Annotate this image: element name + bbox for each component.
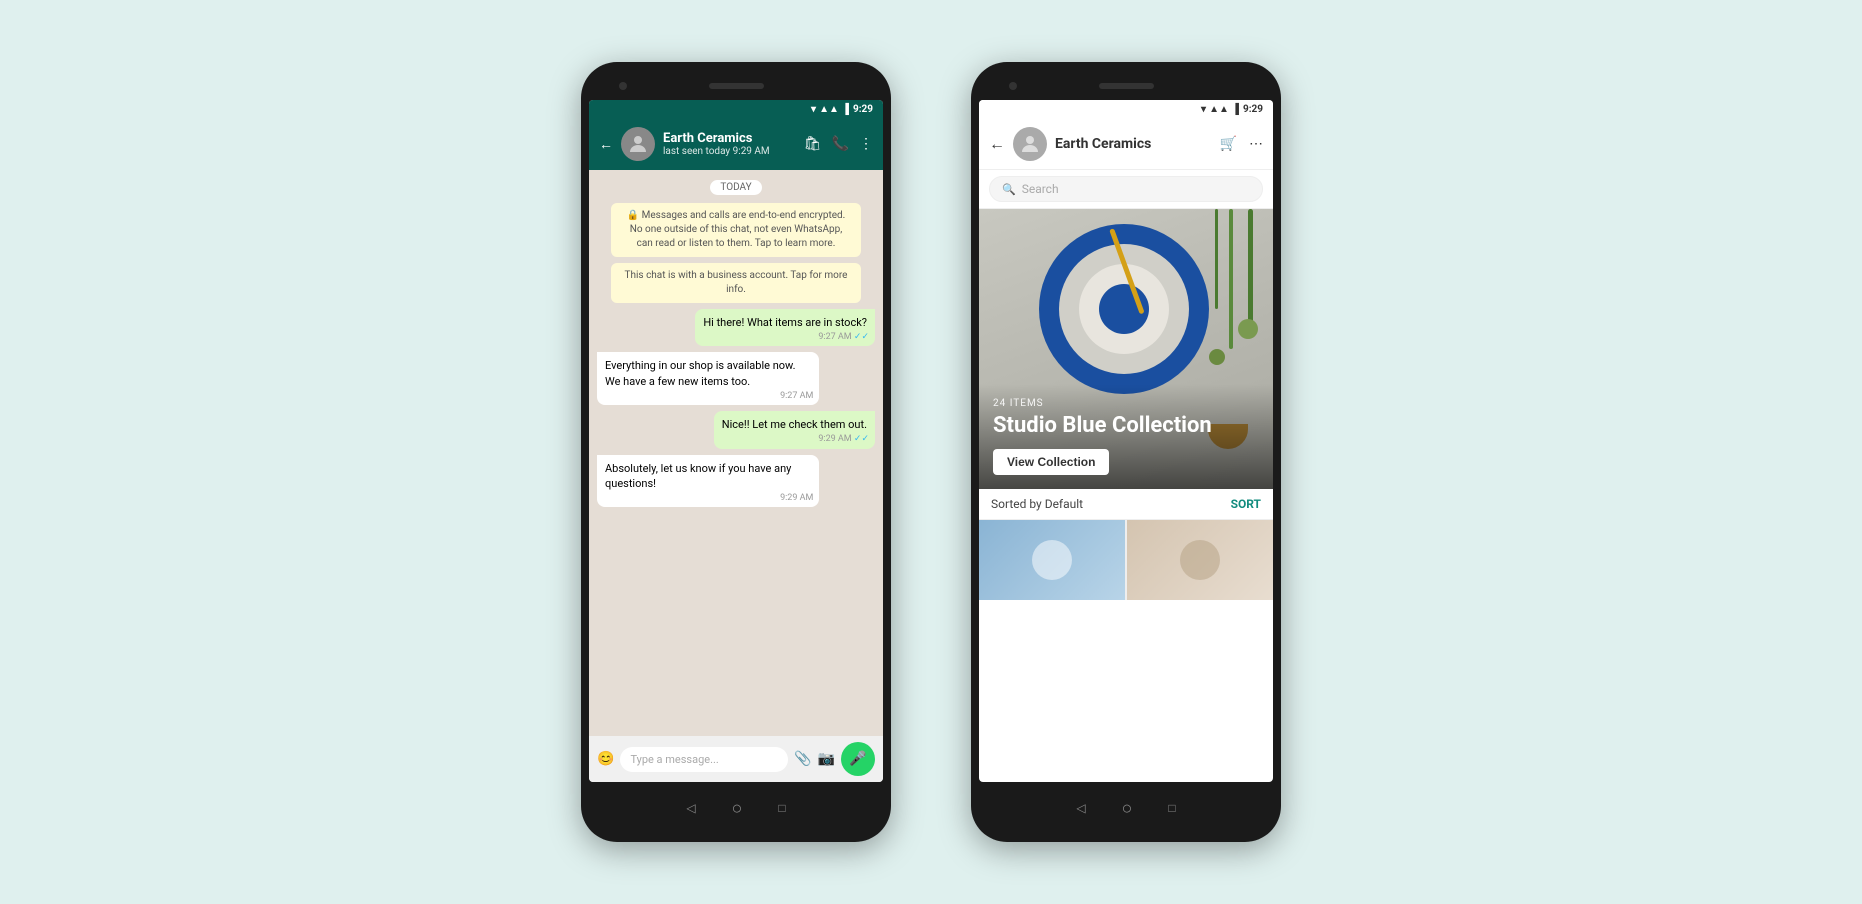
product-thumb-2 — [1180, 540, 1220, 580]
catalog-icon[interactable]: 🛍 — [804, 136, 822, 152]
status-icons-1: ▾ ▲▲ ▐ — [811, 104, 849, 115]
message-text: Absolutely, let us know if you have any … — [605, 462, 791, 490]
shop-banner: 24 ITEMS Studio Blue Collection View Col… — [979, 209, 1273, 489]
camera-icon[interactable]: 📷 — [818, 751, 835, 767]
recents-nav-button[interactable]: □ — [778, 801, 785, 815]
recents-nav-button-2[interactable]: □ — [1168, 801, 1175, 815]
back-nav-button-2[interactable]: ◁ — [1076, 801, 1085, 815]
chat-header-actions: 🛍 📞 ⋮ — [804, 136, 873, 152]
message-time: 9:27 AM — [780, 390, 813, 403]
business-notice[interactable]: This chat is with a business account. Ta… — [611, 263, 861, 303]
view-collection-button[interactable]: View Collection — [993, 449, 1109, 475]
encryption-notice[interactable]: 🔒 Messages and calls are end-to-end encr… — [611, 203, 861, 257]
message-input[interactable]: Type a message... — [620, 747, 788, 772]
message-out-2: Nice!! Let me check them out. 9:29 AM ✓✓ — [714, 411, 875, 448]
phone-2-top-bar — [979, 76, 1273, 96]
message-text: Everything in our shop is available now.… — [605, 359, 796, 387]
product-card-1[interactable] — [979, 520, 1125, 600]
search-input[interactable]: 🔍 Search — [989, 176, 1263, 202]
bud-2 — [1209, 349, 1225, 365]
shop-more-icon[interactable]: ⋯ — [1249, 136, 1263, 152]
search-bar: 🔍 Search — [979, 170, 1273, 209]
search-placeholder: Search — [1022, 182, 1059, 196]
message-text: Hi there! What items are in stock? — [703, 316, 867, 329]
back-button[interactable]: ← — [599, 136, 613, 153]
more-icon[interactable]: ⋮ — [859, 136, 873, 152]
mic-button[interactable]: 🎤 — [841, 742, 875, 776]
banner-overlay: 24 ITEMS Studio Blue Collection View Col… — [979, 384, 1273, 489]
phone-1-speaker — [709, 83, 764, 89]
chat-header-info: Earth Ceramics last seen today 9:29 AM — [663, 131, 796, 158]
avatar — [621, 127, 655, 161]
phone-1-top-bar — [589, 76, 883, 96]
bud-1 — [1238, 319, 1258, 339]
message-time: 9:27 AM ✓✓ — [818, 331, 869, 344]
shop-screen: ← Earth Ceramics 🛒 ⋯ 🔍 Search — [979, 118, 1273, 782]
status-time-2: 9:29 — [1243, 104, 1263, 115]
status-icons-2: ▾ ▲▲ ▐ — [1201, 104, 1239, 115]
call-icon[interactable]: 📞 — [832, 136, 849, 152]
message-in-1: Everything in our shop is available now.… — [597, 352, 819, 405]
shop-avatar-icon — [1018, 132, 1042, 156]
battery-icon-2: ▐ — [1232, 104, 1239, 115]
banner-count: 24 ITEMS — [993, 398, 1259, 409]
phone-2-camera — [1009, 82, 1017, 90]
chat-body: TODAY 🔒 Messages and calls are end-to-en… — [589, 170, 883, 736]
sort-button[interactable]: SORT — [1231, 497, 1261, 511]
contact-name: Earth Ceramics — [663, 131, 796, 147]
home-nav-button[interactable]: ○ — [732, 798, 743, 819]
status-bar-1: ▾ ▲▲ ▐ 9:29 — [589, 100, 883, 118]
shop-header-actions: 🛒 ⋯ — [1220, 136, 1263, 152]
home-nav-button-2[interactable]: ○ — [1122, 798, 1133, 819]
sort-bar: Sorted by Default SORT — [979, 489, 1273, 520]
chat-header: ← Earth Ceramics last seen today 9:29 AM… — [589, 118, 883, 170]
phone-2: ▾ ▲▲ ▐ 9:29 ← Earth Ceramics 🛒 ⋯ — [971, 62, 1281, 842]
date-label: TODAY — [710, 180, 761, 195]
phone-1-screen: ▾ ▲▲ ▐ 9:29 ← Earth Ceramics last seen t… — [589, 100, 883, 782]
shop-header: ← Earth Ceramics 🛒 ⋯ — [979, 118, 1273, 170]
product-thumb-1 — [1032, 540, 1072, 580]
message-out-1: Hi there! What items are in stock? 9:27 … — [695, 309, 875, 346]
status-bar-2: ▾ ▲▲ ▐ 9:29 — [979, 100, 1273, 118]
product-image-1 — [979, 520, 1125, 600]
shop-back-button[interactable]: ← — [989, 134, 1005, 154]
signal-icon: ▲▲ — [819, 104, 839, 115]
shop-name: Earth Ceramics — [1055, 136, 1212, 152]
product-image-2 — [1127, 520, 1273, 600]
message-time: 9:29 AM — [780, 492, 813, 505]
phone-1-bottom-bar: ◁ ○ □ — [589, 788, 883, 828]
stem-3 — [1215, 209, 1218, 309]
phone-2-screen: ▾ ▲▲ ▐ 9:29 ← Earth Ceramics 🛒 ⋯ — [979, 100, 1273, 782]
stem-1 — [1248, 209, 1253, 329]
product-card-2[interactable] — [1127, 520, 1273, 600]
message-time: 9:29 AM ✓✓ — [818, 433, 869, 446]
attach-icon[interactable]: 📎 — [794, 751, 811, 767]
stem-2 — [1229, 209, 1233, 349]
message-text: Nice!! Let me check them out. — [722, 418, 867, 431]
back-nav-button[interactable]: ◁ — [686, 801, 695, 815]
message-in-2: Absolutely, let us know if you have any … — [597, 455, 819, 508]
search-icon: 🔍 — [1002, 183, 1016, 196]
cart-icon[interactable]: 🛒 — [1220, 136, 1237, 152]
phone-2-speaker — [1099, 83, 1154, 89]
phone-1: ▾ ▲▲ ▐ 9:29 ← Earth Ceramics last seen t… — [581, 62, 891, 842]
battery-icon: ▐ — [842, 104, 849, 115]
avatar-icon — [626, 132, 650, 156]
sort-label: Sorted by Default — [991, 497, 1083, 511]
chat-input-bar: 😊 Type a message... 📎 📷 🎤 — [589, 736, 883, 782]
status-time-1: 9:29 — [853, 104, 873, 115]
contact-status: last seen today 9:29 AM — [663, 146, 796, 157]
shop-avatar — [1013, 127, 1047, 161]
wifi-icon: ▾ — [811, 104, 816, 115]
banner-title: Studio Blue Collection — [993, 413, 1259, 439]
signal-icon-2: ▲▲ — [1209, 104, 1229, 115]
emoji-icon[interactable]: 😊 — [597, 751, 614, 767]
phone-1-camera — [619, 82, 627, 90]
message-placeholder: Type a message... — [630, 753, 718, 766]
wifi-icon-2: ▾ — [1201, 104, 1206, 115]
phone-2-bottom-bar: ◁ ○ □ — [979, 788, 1273, 828]
product-grid — [979, 520, 1273, 600]
